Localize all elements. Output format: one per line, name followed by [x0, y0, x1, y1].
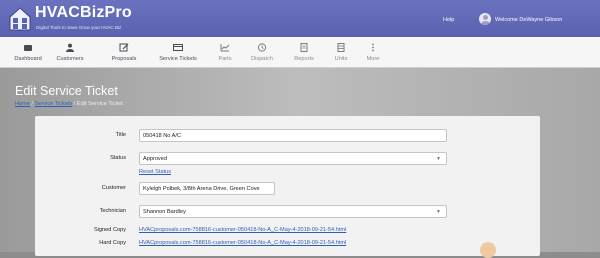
main-nav: Dashboard Customers Proposals Service Ti… [0, 37, 600, 68]
nav-customers[interactable]: Customers [50, 37, 90, 67]
top-bar: HVACBizPro Digital Tools to Save Grow yo… [0, 0, 600, 37]
breadcrumb-current: Edit Service Ticket [76, 101, 123, 107]
nav-label: Service Tickets [159, 56, 197, 62]
more-icon [372, 43, 374, 52]
hard-copy-link[interactable]: HVACproposals.com-758816-customer-050418… [139, 240, 346, 246]
welcome-user[interactable]: Welcome DeWayne Gibson [495, 17, 562, 23]
nav-units[interactable]: Units [326, 37, 356, 67]
hard-copy-label: Hard Copy [99, 240, 126, 246]
status-label: Status [110, 155, 126, 161]
units-icon [337, 43, 345, 52]
house-logo-icon [9, 7, 31, 31]
service-tickets-icon [173, 44, 183, 51]
chat-widget-icon[interactable] [480, 242, 496, 258]
nav-label: Parts [218, 56, 232, 62]
nav-label: Dispatch [251, 56, 273, 62]
signed-copy-link[interactable]: HVACproposals.com-758816-customer-050418… [139, 227, 346, 233]
nav-label: Proposals [111, 56, 137, 62]
reports-icon [300, 43, 308, 52]
brand-name: HVACBizPro [35, 4, 132, 21]
nav-service-tickets[interactable]: Service Tickets [152, 37, 204, 67]
status-value: Approved [143, 156, 167, 162]
help-link[interactable]: Help [443, 17, 454, 23]
chevron-down-icon: ▼ [436, 209, 441, 215]
page-title: Edit Service Ticket [15, 84, 118, 98]
nav-dispatch[interactable]: Dispatch [242, 37, 282, 67]
customers-icon [66, 43, 74, 52]
customer-field[interactable]: Kyleigh Polbek, 3/8th Arena Drive, Green… [139, 182, 275, 195]
nav-label: Reports [294, 56, 314, 62]
nav-dashboard[interactable]: Dashboard [8, 37, 48, 67]
technician-select[interactable]: Shannon Bardley ▼ [139, 205, 447, 218]
status-select[interactable]: Approved ▼ [139, 152, 447, 165]
breadcrumb: Home / Service Tickets / Edit Service Ti… [15, 101, 123, 107]
user-avatar-icon[interactable] [479, 13, 491, 25]
title-input[interactable]: 050418 No A/C [139, 129, 447, 142]
customer-label: Customer [101, 185, 126, 191]
nav-label: Units [334, 56, 348, 62]
breadcrumb-separator: / [73, 101, 76, 107]
proposals-icon [119, 43, 129, 52]
technician-label: Technician [99, 208, 126, 214]
nav-parts[interactable]: Parts [210, 37, 240, 67]
brand-tagline: Digital Tools to Save Grow your HVAC Biz [36, 25, 122, 30]
signed-copy-label: Signed Copy [93, 227, 126, 233]
nav-label: Dashboard [14, 56, 42, 62]
breadcrumb-service-tickets-link[interactable]: Service Tickets [35, 101, 73, 107]
nav-proposals[interactable]: Proposals [104, 37, 144, 67]
nav-label: Customers [56, 56, 84, 62]
dashboard-icon [24, 45, 32, 51]
parts-icon [220, 44, 230, 52]
breadcrumb-home-link[interactable]: Home [15, 101, 30, 107]
nav-label: More [366, 56, 380, 62]
title-label: Title [115, 132, 126, 138]
brand-logo[interactable]: HVACBizPro Digital Tools to Save Grow yo… [8, 3, 138, 35]
reset-status-link[interactable]: Reset Status [139, 169, 171, 175]
nav-more[interactable]: More [358, 37, 388, 67]
chevron-down-icon: ▼ [436, 156, 441, 162]
technician-value: Shannon Bardley [143, 209, 186, 215]
dispatch-icon [257, 43, 267, 52]
nav-reports[interactable]: Reports [286, 37, 322, 67]
breadcrumb-separator: / [31, 101, 34, 107]
